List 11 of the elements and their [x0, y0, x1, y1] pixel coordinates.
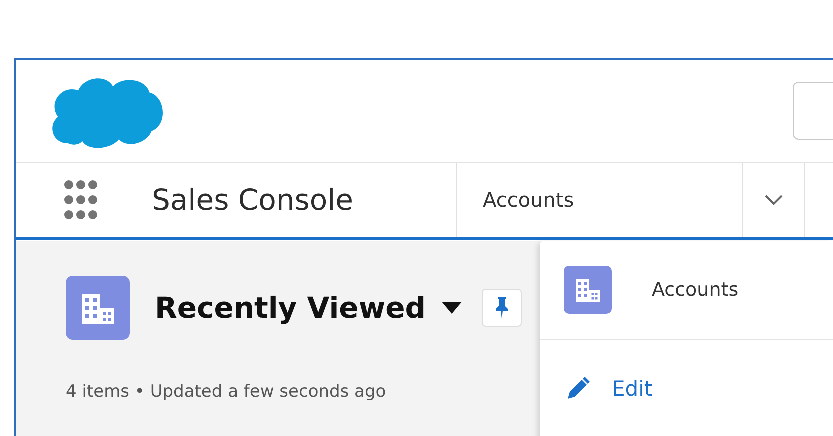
pencil-icon	[566, 377, 590, 401]
list-view-status: 4 items • Updated a few seconds ago	[66, 382, 386, 402]
search-field[interactable]	[793, 82, 833, 140]
pin-icon[interactable]	[482, 289, 522, 327]
edit-link[interactable]: Edit	[612, 377, 653, 401]
building-icon	[564, 266, 612, 314]
building-icon	[66, 276, 130, 340]
caret-icon[interactable]	[442, 302, 462, 314]
list-view-title[interactable]: Recently Viewed	[155, 291, 426, 325]
app-name: Sales Console	[152, 183, 354, 217]
menu-item[interactable]: Accounts	[652, 279, 739, 301]
